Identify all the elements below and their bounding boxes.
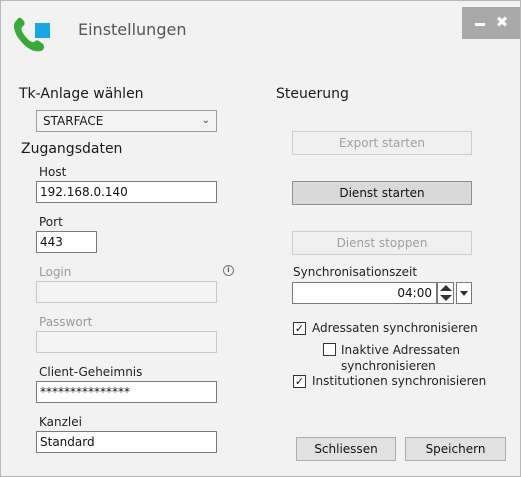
minimize-icon[interactable] — [472, 14, 488, 30]
phone-app-icon — [11, 13, 57, 57]
port-input[interactable]: 443 — [36, 231, 97, 253]
passwort-label: Passwort — [39, 315, 93, 329]
port-label: Port — [39, 215, 63, 229]
login-input[interactable] — [36, 281, 217, 303]
info-icon[interactable]: i — [223, 265, 234, 276]
speichern-button[interactable]: Speichern — [405, 437, 506, 461]
steuerung-heading: Steuerung — [276, 86, 349, 102]
synchronisationszeit-input[interactable]: 04:00 — [292, 282, 437, 304]
kanzlei-label: Kanzlei — [39, 415, 82, 429]
window-title: Einstellungen — [78, 20, 187, 39]
title-bar: Einstellungen ✖ — [1, 1, 520, 61]
institutionen-checkbox-label: Institutionen synchronisieren — [312, 374, 487, 388]
tk-anlage-heading: Tk-Anlage wählen — [19, 86, 144, 102]
zugangsdaten-heading: Zugangsdaten — [21, 141, 123, 157]
time-spinner[interactable] — [437, 282, 454, 304]
export-starten-button[interactable]: Export starten — [292, 131, 472, 155]
host-label: Host — [39, 165, 67, 179]
window-controls: ✖ — [462, 7, 520, 39]
dienst-starten-button[interactable]: Dienst starten — [292, 181, 472, 205]
institutionen-checkbox[interactable]: ✓ — [293, 375, 306, 388]
spin-down-icon[interactable] — [440, 295, 452, 301]
schliessen-button[interactable]: Schliessen — [296, 437, 396, 461]
settings-window: Einstellungen ✖ Tk-Anlage wählen STARFAC… — [0, 0, 521, 477]
host-input[interactable]: 192.168.0.140 — [36, 181, 217, 203]
synchronisationszeit-label: Synchronisationszeit — [293, 265, 418, 279]
adressaten-checkbox[interactable]: ✓ — [293, 322, 306, 335]
adressaten-checkbox-label: Adressaten synchronisieren — [312, 321, 478, 335]
time-dropdown-button[interactable] — [456, 282, 472, 304]
spin-up-icon[interactable] — [440, 285, 452, 291]
passwort-input[interactable] — [36, 331, 217, 353]
login-label: Login — [39, 265, 72, 279]
caret-down-icon — [460, 291, 468, 296]
close-icon[interactable]: ✖ — [494, 14, 510, 30]
kanzlei-input[interactable]: Standard — [36, 431, 217, 453]
client-geheimnis-input[interactable]: *************** — [36, 381, 217, 403]
dienst-stoppen-button[interactable]: Dienst stoppen — [292, 231, 472, 255]
inaktive-adressaten-checkbox[interactable] — [323, 343, 336, 356]
chevron-down-icon: ⌄ — [201, 115, 210, 126]
tk-anlage-selected-value: STARFACE — [43, 114, 104, 128]
inaktive-adressaten-checkbox-label: Inaktive Adressaten synchronisieren — [341, 343, 461, 373]
tk-anlage-select[interactable]: STARFACE ⌄ — [36, 110, 217, 132]
client-geheimnis-label: Client-Geheimnis — [39, 365, 143, 379]
